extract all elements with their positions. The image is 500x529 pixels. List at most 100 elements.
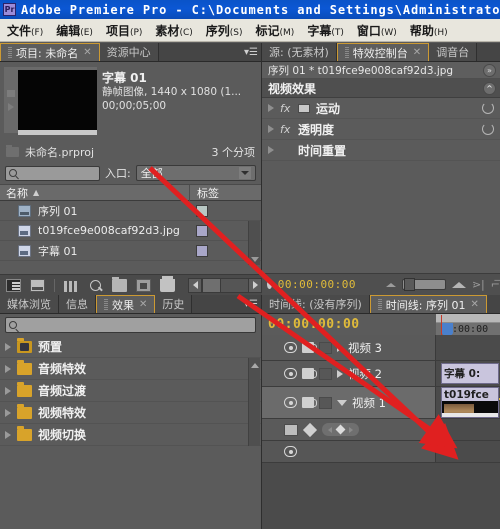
track-pad[interactable] bbox=[319, 396, 332, 409]
effect-row-motion[interactable]: fx 运动 bbox=[262, 98, 500, 119]
project-list-scrollbar[interactable] bbox=[248, 221, 260, 265]
add-keyframe-icon[interactable] bbox=[335, 424, 346, 435]
slider-right-arrow-icon[interactable] bbox=[248, 277, 262, 293]
lock-icon[interactable] bbox=[302, 397, 317, 408]
list-view-icon[interactable] bbox=[6, 278, 21, 292]
chevron-down-icon[interactable] bbox=[337, 399, 347, 406]
track-pad[interactable] bbox=[319, 341, 332, 354]
tab-effect-controls[interactable]: 特效控制台 ✕ bbox=[336, 43, 430, 61]
speaker-icon[interactable] bbox=[284, 446, 297, 457]
scroll-down-icon[interactable] bbox=[249, 253, 261, 265]
find-icon[interactable] bbox=[88, 279, 103, 292]
track-content-video-3[interactable] bbox=[436, 335, 500, 360]
tab-close-icon[interactable]: ✕ bbox=[413, 47, 421, 58]
collapse-right-icon[interactable]: » bbox=[483, 63, 496, 77]
zoom-slider-thumb[interactable] bbox=[404, 278, 416, 291]
chevron-right-icon[interactable] bbox=[5, 386, 11, 395]
eye-icon[interactable] bbox=[284, 397, 297, 408]
menu-sequence[interactable]: 序列(S) bbox=[206, 22, 243, 39]
next-keyframe-icon[interactable] bbox=[349, 426, 353, 433]
column-name[interactable]: 名称 ▲ bbox=[0, 185, 189, 201]
effect-row-opacity[interactable]: fx 透明度 bbox=[262, 119, 500, 140]
menu-title[interactable]: 字幕(T) bbox=[307, 22, 344, 39]
thumbnail-size-slider[interactable] bbox=[188, 277, 262, 293]
reset-icon[interactable] bbox=[482, 102, 494, 114]
slider-track[interactable] bbox=[221, 277, 248, 293]
lock-icon[interactable] bbox=[302, 342, 317, 353]
menu-marker[interactable]: 标记(M) bbox=[256, 22, 295, 39]
icon-view-icon[interactable] bbox=[30, 278, 45, 292]
show-keyframes-icon[interactable] bbox=[284, 423, 298, 436]
list-item[interactable]: 预置 bbox=[0, 336, 261, 358]
tab-resource-center[interactable]: 资源中心 bbox=[99, 43, 159, 61]
tab-audio-mixer[interactable]: 调音台 bbox=[429, 43, 478, 61]
menu-project[interactable]: 项目(P) bbox=[106, 22, 142, 39]
track-content-audio-1[interactable] bbox=[436, 441, 500, 462]
eye-icon[interactable] bbox=[284, 342, 297, 353]
menu-window[interactable]: 窗口(W) bbox=[357, 22, 397, 39]
new-item-icon[interactable] bbox=[136, 278, 151, 292]
collapse-icon[interactable]: ^ bbox=[483, 81, 496, 95]
menu-clip[interactable]: 素材(C) bbox=[155, 22, 192, 39]
timeline-playhead-timecode[interactable]: 00:00:00:00 bbox=[268, 317, 360, 332]
chevron-right-icon[interactable] bbox=[5, 342, 11, 351]
tab-timeline-sequence-01[interactable]: 时间线: 序列 01 ✕ bbox=[369, 295, 487, 313]
chevron-right-icon[interactable] bbox=[5, 364, 11, 373]
tab-close-icon[interactable]: ✕ bbox=[83, 47, 91, 58]
chevron-right-icon[interactable] bbox=[337, 369, 343, 378]
list-item[interactable]: 音频过渡 bbox=[0, 380, 261, 402]
tab-effects[interactable]: 效果 ✕ bbox=[96, 295, 156, 313]
track-header-video-1[interactable]: 视频 1 bbox=[262, 387, 436, 418]
timeline-clip-title[interactable]: 字幕 0: bbox=[441, 363, 499, 384]
menu-file[interactable]: 文件(F) bbox=[7, 22, 43, 39]
tab-project[interactable]: 项目: 未命名 ✕ bbox=[0, 43, 100, 61]
loop-icon[interactable]: ⌐̅ bbox=[491, 278, 500, 291]
menu-help[interactable]: 帮助(H) bbox=[410, 22, 448, 39]
track-pad[interactable] bbox=[319, 367, 332, 380]
video-effects-section-header[interactable]: 视频效果 ^ bbox=[262, 79, 500, 98]
table-row[interactable]: t019fce9e008caf92d3.jpg bbox=[0, 221, 261, 241]
keyframe-diamond-icon[interactable] bbox=[302, 422, 318, 437]
panel-menu-icon[interactable]: ▾☰ bbox=[241, 43, 261, 61]
effect-row-time-remapping[interactable]: 时间重置 bbox=[262, 140, 500, 161]
zoom-in-icon[interactable] bbox=[451, 281, 466, 288]
tab-close-icon[interactable]: ✕ bbox=[471, 299, 479, 310]
track-content-keyframes[interactable] bbox=[436, 419, 500, 440]
track-content-video-2[interactable]: 字幕 0: bbox=[436, 361, 500, 386]
new-bin-icon[interactable] bbox=[112, 276, 127, 292]
item-label-cell[interactable] bbox=[189, 204, 261, 217]
delete-icon[interactable] bbox=[160, 275, 175, 292]
slider-left-arrow-icon[interactable] bbox=[188, 277, 202, 293]
filter-select[interactable]: 全部 bbox=[135, 165, 256, 181]
timeline-clip-video[interactable]: t019fce bbox=[441, 387, 499, 418]
play-in-to-out-icon[interactable]: ⋗| bbox=[472, 278, 485, 291]
lock-icon[interactable] bbox=[302, 368, 317, 379]
tab-source-monitor[interactable]: 源: (无素材) bbox=[262, 43, 337, 61]
tab-media-browser[interactable]: 媒体浏览 bbox=[0, 295, 59, 313]
track-content-video-1[interactable]: t019fce bbox=[436, 387, 500, 418]
eye-icon[interactable] bbox=[284, 368, 297, 379]
reset-icon[interactable] bbox=[482, 123, 494, 135]
table-row[interactable]: 序列 01 bbox=[0, 201, 261, 221]
tab-timeline-no-sequence[interactable]: 时间线: (没有序列) bbox=[262, 295, 370, 313]
track-header-video-3[interactable]: 视频 3 bbox=[262, 335, 436, 360]
chevron-right-icon[interactable] bbox=[268, 125, 274, 133]
column-label[interactable]: 标签 bbox=[189, 184, 261, 201]
keyframe-navigator[interactable] bbox=[322, 423, 359, 436]
project-search-input[interactable] bbox=[5, 165, 100, 181]
list-item[interactable]: 视频切换 bbox=[0, 424, 261, 446]
chevron-right-icon[interactable] bbox=[268, 146, 274, 154]
list-item[interactable]: 音频特效 bbox=[0, 358, 261, 380]
effects-scrollbar[interactable] bbox=[248, 358, 260, 446]
zoom-out-icon[interactable] bbox=[386, 282, 397, 287]
automate-to-sequence-icon[interactable] bbox=[64, 279, 79, 292]
tab-history[interactable]: 历史 bbox=[155, 295, 193, 313]
slider-thumb[interactable] bbox=[202, 277, 221, 293]
tab-close-icon[interactable]: ✕ bbox=[139, 299, 147, 310]
chevron-right-icon[interactable] bbox=[5, 430, 11, 439]
chevron-right-icon[interactable] bbox=[268, 104, 274, 112]
track-header-audio-1[interactable] bbox=[262, 441, 436, 462]
scroll-up-icon[interactable] bbox=[249, 360, 261, 370]
preview-play-icon[interactable] bbox=[8, 102, 14, 111]
tab-info[interactable]: 信息 bbox=[59, 295, 96, 313]
